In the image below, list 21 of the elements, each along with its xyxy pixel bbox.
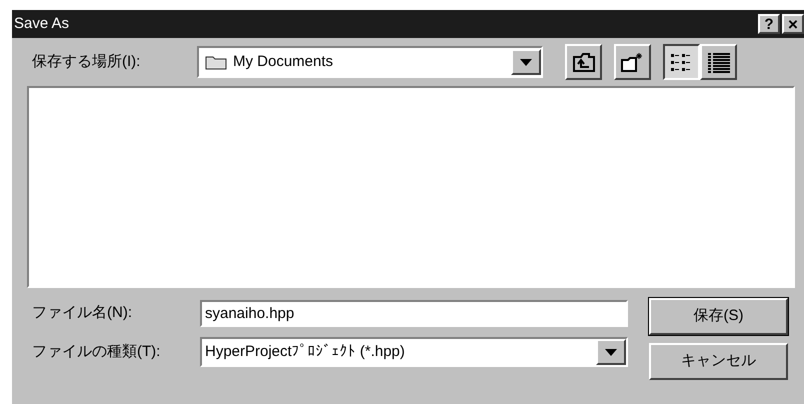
- folder-up-icon: [572, 51, 596, 73]
- dropdown-arrow-button[interactable]: [511, 49, 541, 75]
- location-value: My Documents: [233, 52, 334, 72]
- help-button[interactable]: ?: [758, 14, 780, 34]
- file-name-field[interactable]: syanaiho.hpp: [200, 300, 628, 327]
- file-type-value: HyperProjectﾌﾟﾛｼﾞｪｸﾄ (*.hpp): [204, 342, 405, 362]
- toolbar-button[interactable]: [663, 44, 700, 80]
- location-label: 保存する場所(I):: [32, 52, 142, 72]
- file-type-label: ファイルの種類(T):: [32, 342, 162, 362]
- dialog-button[interactable]: キャンセル: [649, 343, 788, 380]
- file-name-label: ファイル名(N):: [32, 303, 133, 324]
- caret-icon: [605, 348, 617, 356]
- dropdown-arrow-button[interactable]: [596, 339, 626, 365]
- close-button[interactable]: ×: [782, 14, 804, 34]
- details-view-icon: [706, 51, 732, 73]
- window-title: Save As: [14, 14, 70, 34]
- location-dropdown[interactable]: My Documents: [197, 46, 543, 78]
- file-type-dropdown[interactable]: HyperProjectﾌﾟﾛｼﾞｪｸﾄ (*.hpp): [200, 337, 628, 367]
- dialog-button[interactable]: 保存(S): [649, 298, 788, 335]
- caret-icon: [520, 58, 532, 66]
- folder-icon: [205, 54, 227, 70]
